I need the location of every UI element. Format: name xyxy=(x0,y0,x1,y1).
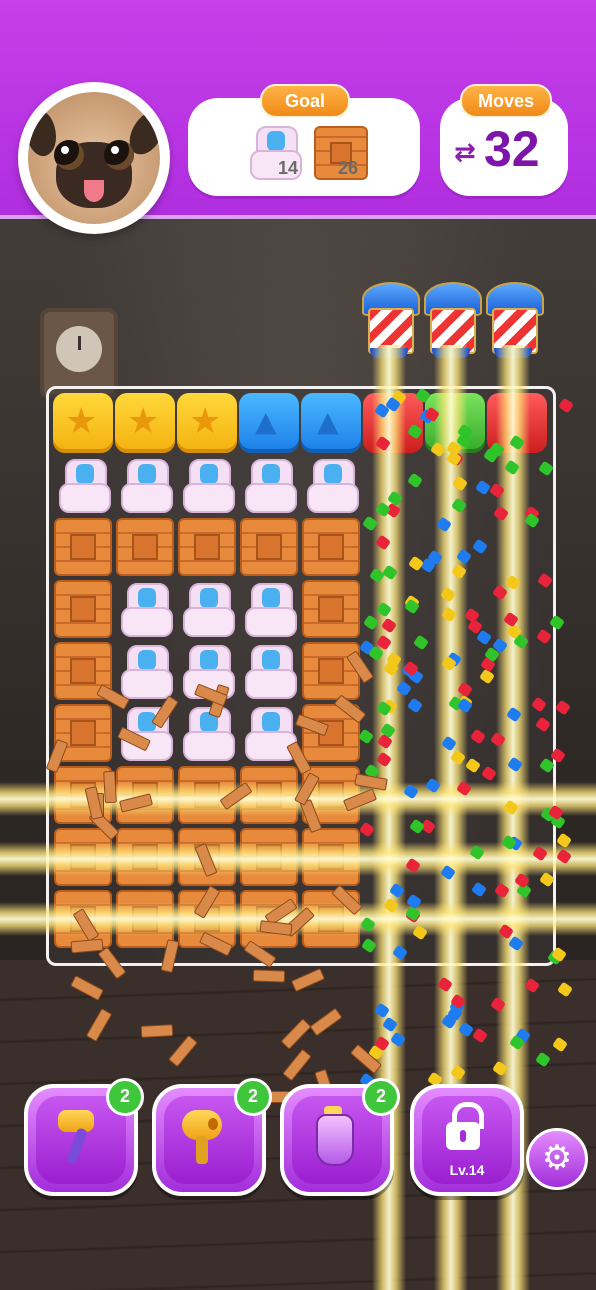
crate-tile[interactable] xyxy=(115,517,175,577)
crate-tile[interactable] xyxy=(53,579,113,639)
crate-tile[interactable] xyxy=(301,641,361,701)
hair-dryer-count-badge: 2 xyxy=(234,1078,272,1116)
crate-tile[interactable] xyxy=(177,517,237,577)
gear-icon: ⚙ xyxy=(541,1138,573,1178)
vacuum-icon xyxy=(310,1106,356,1166)
moves-remaining: 32 xyxy=(484,121,540,177)
vacuum-count-badge: 2 xyxy=(362,1078,400,1116)
chair-tile[interactable] xyxy=(53,455,113,515)
star-tile[interactable] xyxy=(53,393,113,453)
chair-tile[interactable] xyxy=(115,579,175,639)
crate-tile[interactable] xyxy=(301,579,361,639)
crate-tile[interactable] xyxy=(239,517,299,577)
bell-tile[interactable] xyxy=(301,393,361,453)
goal-panel: Goal 14 26 xyxy=(188,84,420,196)
crate-tile[interactable] xyxy=(301,517,361,577)
chair-tile[interactable] xyxy=(301,455,361,515)
swap-arrows-icon: ⇄ xyxy=(454,138,476,168)
chair-tile[interactable] xyxy=(177,579,237,639)
wall-clock-decoration xyxy=(40,308,118,398)
moves-label: Moves xyxy=(460,84,552,118)
chair-tile[interactable] xyxy=(177,455,237,515)
chair-tile[interactable] xyxy=(115,455,175,515)
pug-avatar[interactable] xyxy=(18,82,170,234)
hair-dryer-icon xyxy=(182,1110,228,1166)
hammer-icon xyxy=(54,1110,100,1166)
hammer-booster-button[interactable]: 2 xyxy=(24,1078,144,1196)
chair-tile[interactable] xyxy=(115,641,175,701)
crate-tile[interactable] xyxy=(53,517,113,577)
wood-chip-particle xyxy=(252,969,286,983)
settings-button[interactable]: ⚙ xyxy=(526,1128,588,1190)
locked-booster-button[interactable]: Lv.14 xyxy=(410,1084,524,1196)
armchair-goal-count: 14 xyxy=(278,158,299,178)
star-tile[interactable] xyxy=(177,393,237,453)
chair-tile[interactable] xyxy=(239,455,299,515)
wood-chip-particle xyxy=(102,770,117,804)
chair-tile[interactable] xyxy=(177,703,237,763)
star-tile[interactable] xyxy=(115,393,175,453)
goal-label: Goal xyxy=(260,84,350,118)
lock-icon xyxy=(440,1102,486,1158)
wood-chip-particle xyxy=(140,1023,173,1038)
chair-tile[interactable] xyxy=(239,641,299,701)
bell-tile[interactable] xyxy=(239,393,299,453)
moves-panel: Moves ⇄ 32 xyxy=(440,84,568,196)
hammer-count-badge: 2 xyxy=(106,1078,144,1116)
hair-dryer-booster-button[interactable]: 2 xyxy=(152,1078,272,1196)
crate-goal-count: 26 xyxy=(338,158,359,178)
unlock-level-label: Lv.14 xyxy=(449,1162,485,1178)
chair-tile[interactable] xyxy=(239,579,299,639)
vacuum-booster-button[interactable]: 2 xyxy=(280,1078,400,1196)
